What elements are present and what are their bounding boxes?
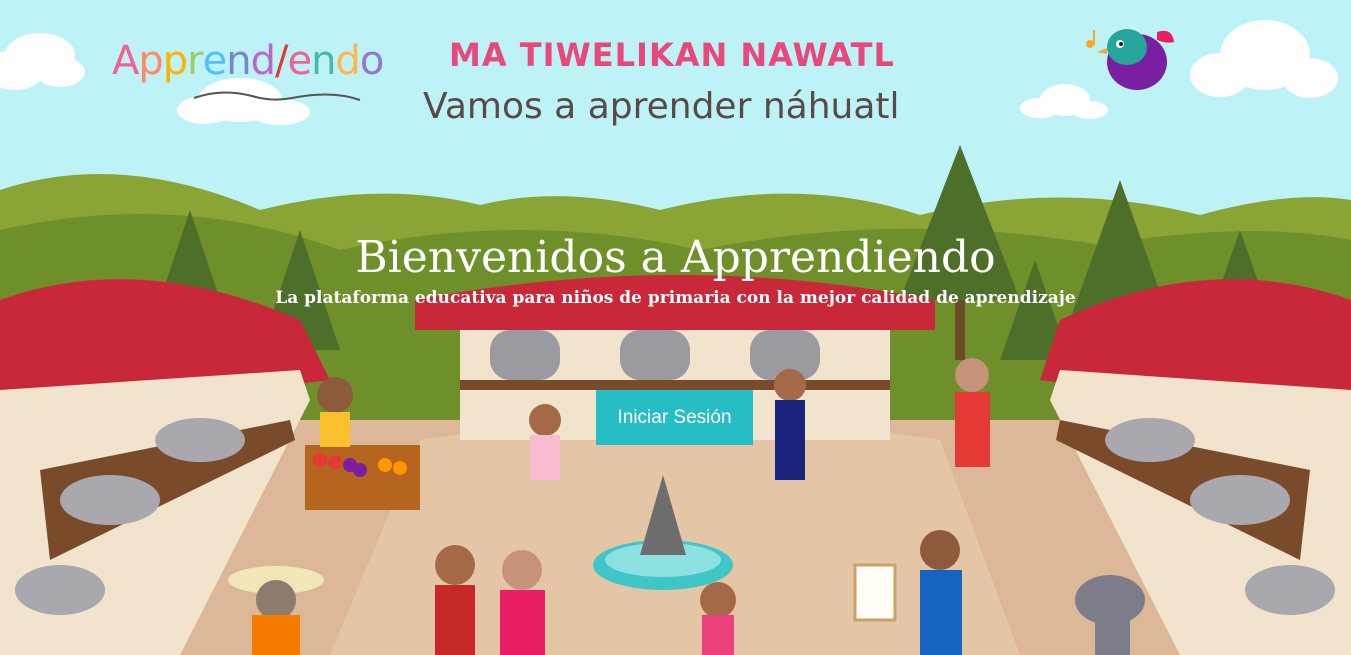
character: [955, 358, 990, 467]
logo-letter: A: [112, 38, 139, 84]
logo-letter: o: [359, 38, 385, 84]
spanish-title: Vamos a aprender náhuatl: [423, 86, 900, 127]
character: [317, 377, 353, 447]
logo-letter: n: [311, 38, 336, 84]
logo-letter: d: [250, 38, 276, 84]
cloud: [0, 33, 85, 90]
logo-letter: /: [274, 38, 289, 84]
character: [920, 530, 962, 655]
logo-letter: e: [287, 38, 312, 84]
logo-letter: d: [335, 38, 360, 84]
logo-letter: p: [162, 38, 188, 84]
signature-swoosh-icon: [193, 91, 361, 101]
music-note-icon: [1086, 30, 1095, 48]
character: [529, 404, 561, 480]
character: [500, 550, 545, 655]
easel: [853, 563, 897, 622]
hero-title: Bienvenidos a Apprendiendo: [355, 232, 996, 283]
logo-letter: n: [226, 38, 251, 84]
character: [774, 369, 806, 480]
character: [700, 582, 736, 655]
character: [435, 545, 475, 655]
logo-letter: p: [138, 38, 163, 84]
nawatl-title: MA TIWELIKAN NAWATL: [449, 36, 895, 74]
logo[interactable]: Apprend/endo: [112, 38, 384, 110]
hero-subtitle: La plataforma educativa para niños de pr…: [275, 288, 1076, 308]
logo-letter: e: [202, 38, 228, 84]
login-button[interactable]: Iniciar Sesión: [596, 390, 753, 445]
logo-letter: r: [187, 38, 203, 84]
cloud: [1190, 20, 1338, 98]
logo-wordmark: Apprend/endo: [112, 38, 385, 84]
bird-mascot-icon: [1086, 29, 1174, 90]
